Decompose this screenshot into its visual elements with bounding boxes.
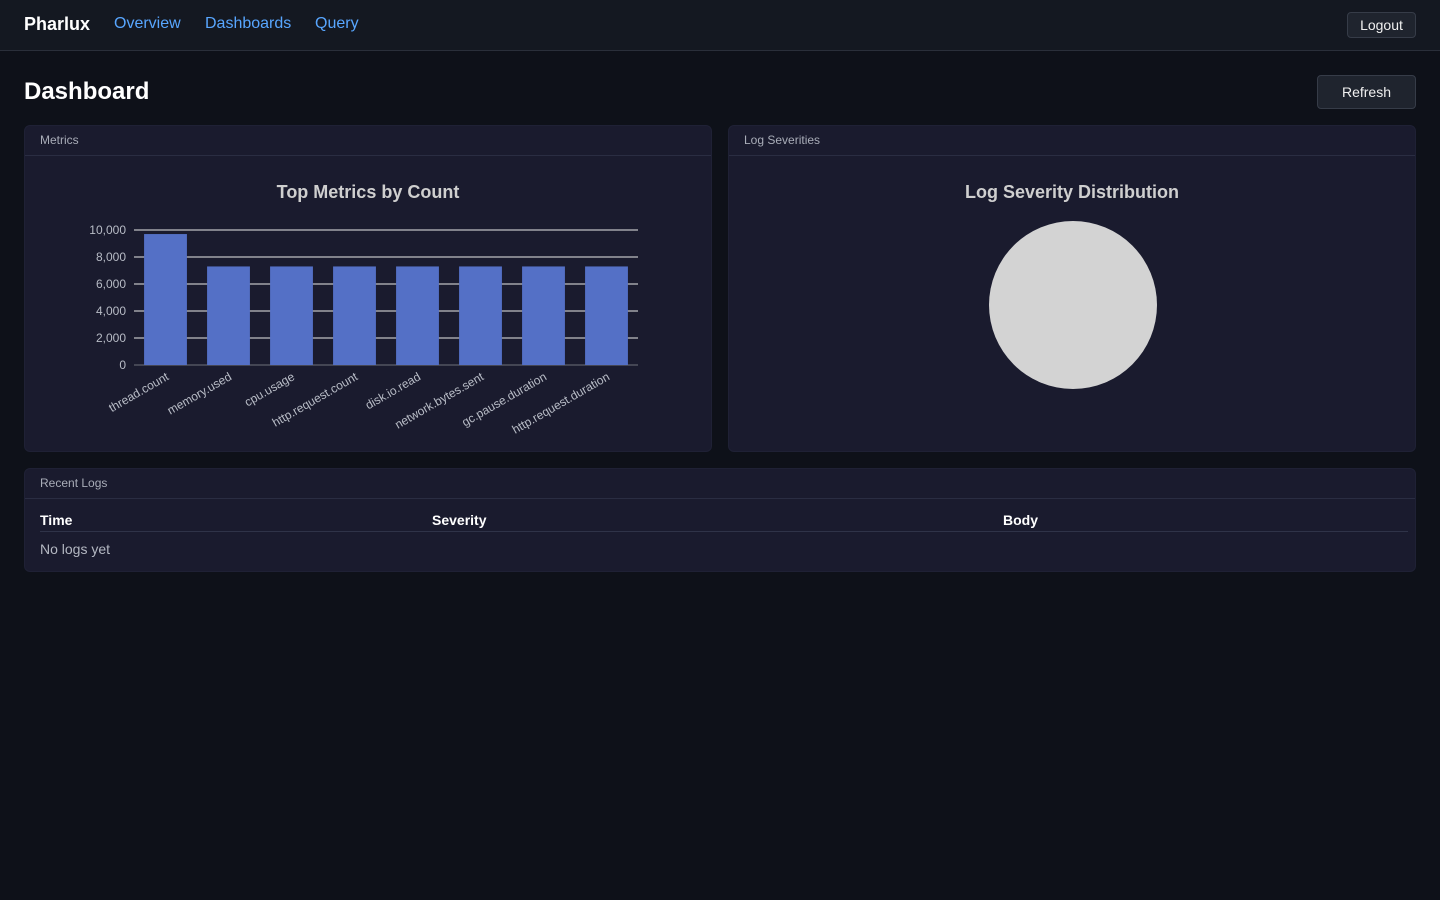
brand-logo[interactable]: Pharlux: [24, 14, 90, 35]
bar: [585, 266, 628, 365]
y-tick-label: 2,000: [96, 331, 126, 345]
x-tick-label: cpu.usage: [242, 369, 297, 409]
bar: [144, 234, 187, 365]
page-title: Dashboard: [24, 78, 150, 105]
column-header-severity[interactable]: Severity: [432, 512, 486, 528]
x-tick-label: memory.used: [165, 369, 234, 417]
empty-state-text: No logs yet: [40, 541, 111, 557]
bar: [459, 266, 502, 365]
recent-logs-panel: Recent Logs Time Severity Body No logs y…: [24, 468, 1416, 572]
panel-header-recent-logs: Recent Logs: [25, 469, 1415, 499]
y-tick-label: 4,000: [96, 304, 126, 318]
column-header-time[interactable]: Time: [40, 512, 72, 528]
bar: [522, 266, 565, 365]
bar: [333, 266, 376, 365]
nav-query[interactable]: Query: [315, 15, 359, 33]
nav-overview[interactable]: Overview: [114, 15, 181, 33]
bar: [396, 266, 439, 365]
nav-dashboards[interactable]: Dashboards: [205, 15, 291, 33]
y-tick-label: 10,000: [89, 223, 126, 237]
x-tick-label: disk.io.read: [363, 369, 423, 412]
bar-chart: 0 2,000 4,000 6,000 8,000 10,000 thread.countm…: [89, 223, 638, 437]
log-severities-panel: Log Severities Log Severity Distribution: [728, 125, 1416, 452]
pie-chart: [989, 221, 1157, 389]
refresh-button[interactable]: Refresh: [1317, 75, 1416, 109]
x-tick-label: thread.count: [106, 369, 171, 415]
column-header-body[interactable]: Body: [1003, 512, 1038, 528]
logout-button[interactable]: Logout: [1347, 12, 1416, 38]
top-navbar: Pharlux Overview Dashboards Query Logout: [0, 0, 1440, 51]
metrics-panel: Metrics Top Metrics by Count 0 2,000 4,000…: [24, 125, 712, 452]
y-tick-label: 6,000: [96, 277, 126, 291]
bar: [270, 266, 313, 365]
table-header-divider: [40, 531, 1408, 532]
y-tick-label: 0: [119, 358, 126, 372]
bar: [207, 266, 250, 365]
y-tick-label: 8,000: [96, 250, 126, 264]
pie-empty-slice: [989, 221, 1157, 389]
